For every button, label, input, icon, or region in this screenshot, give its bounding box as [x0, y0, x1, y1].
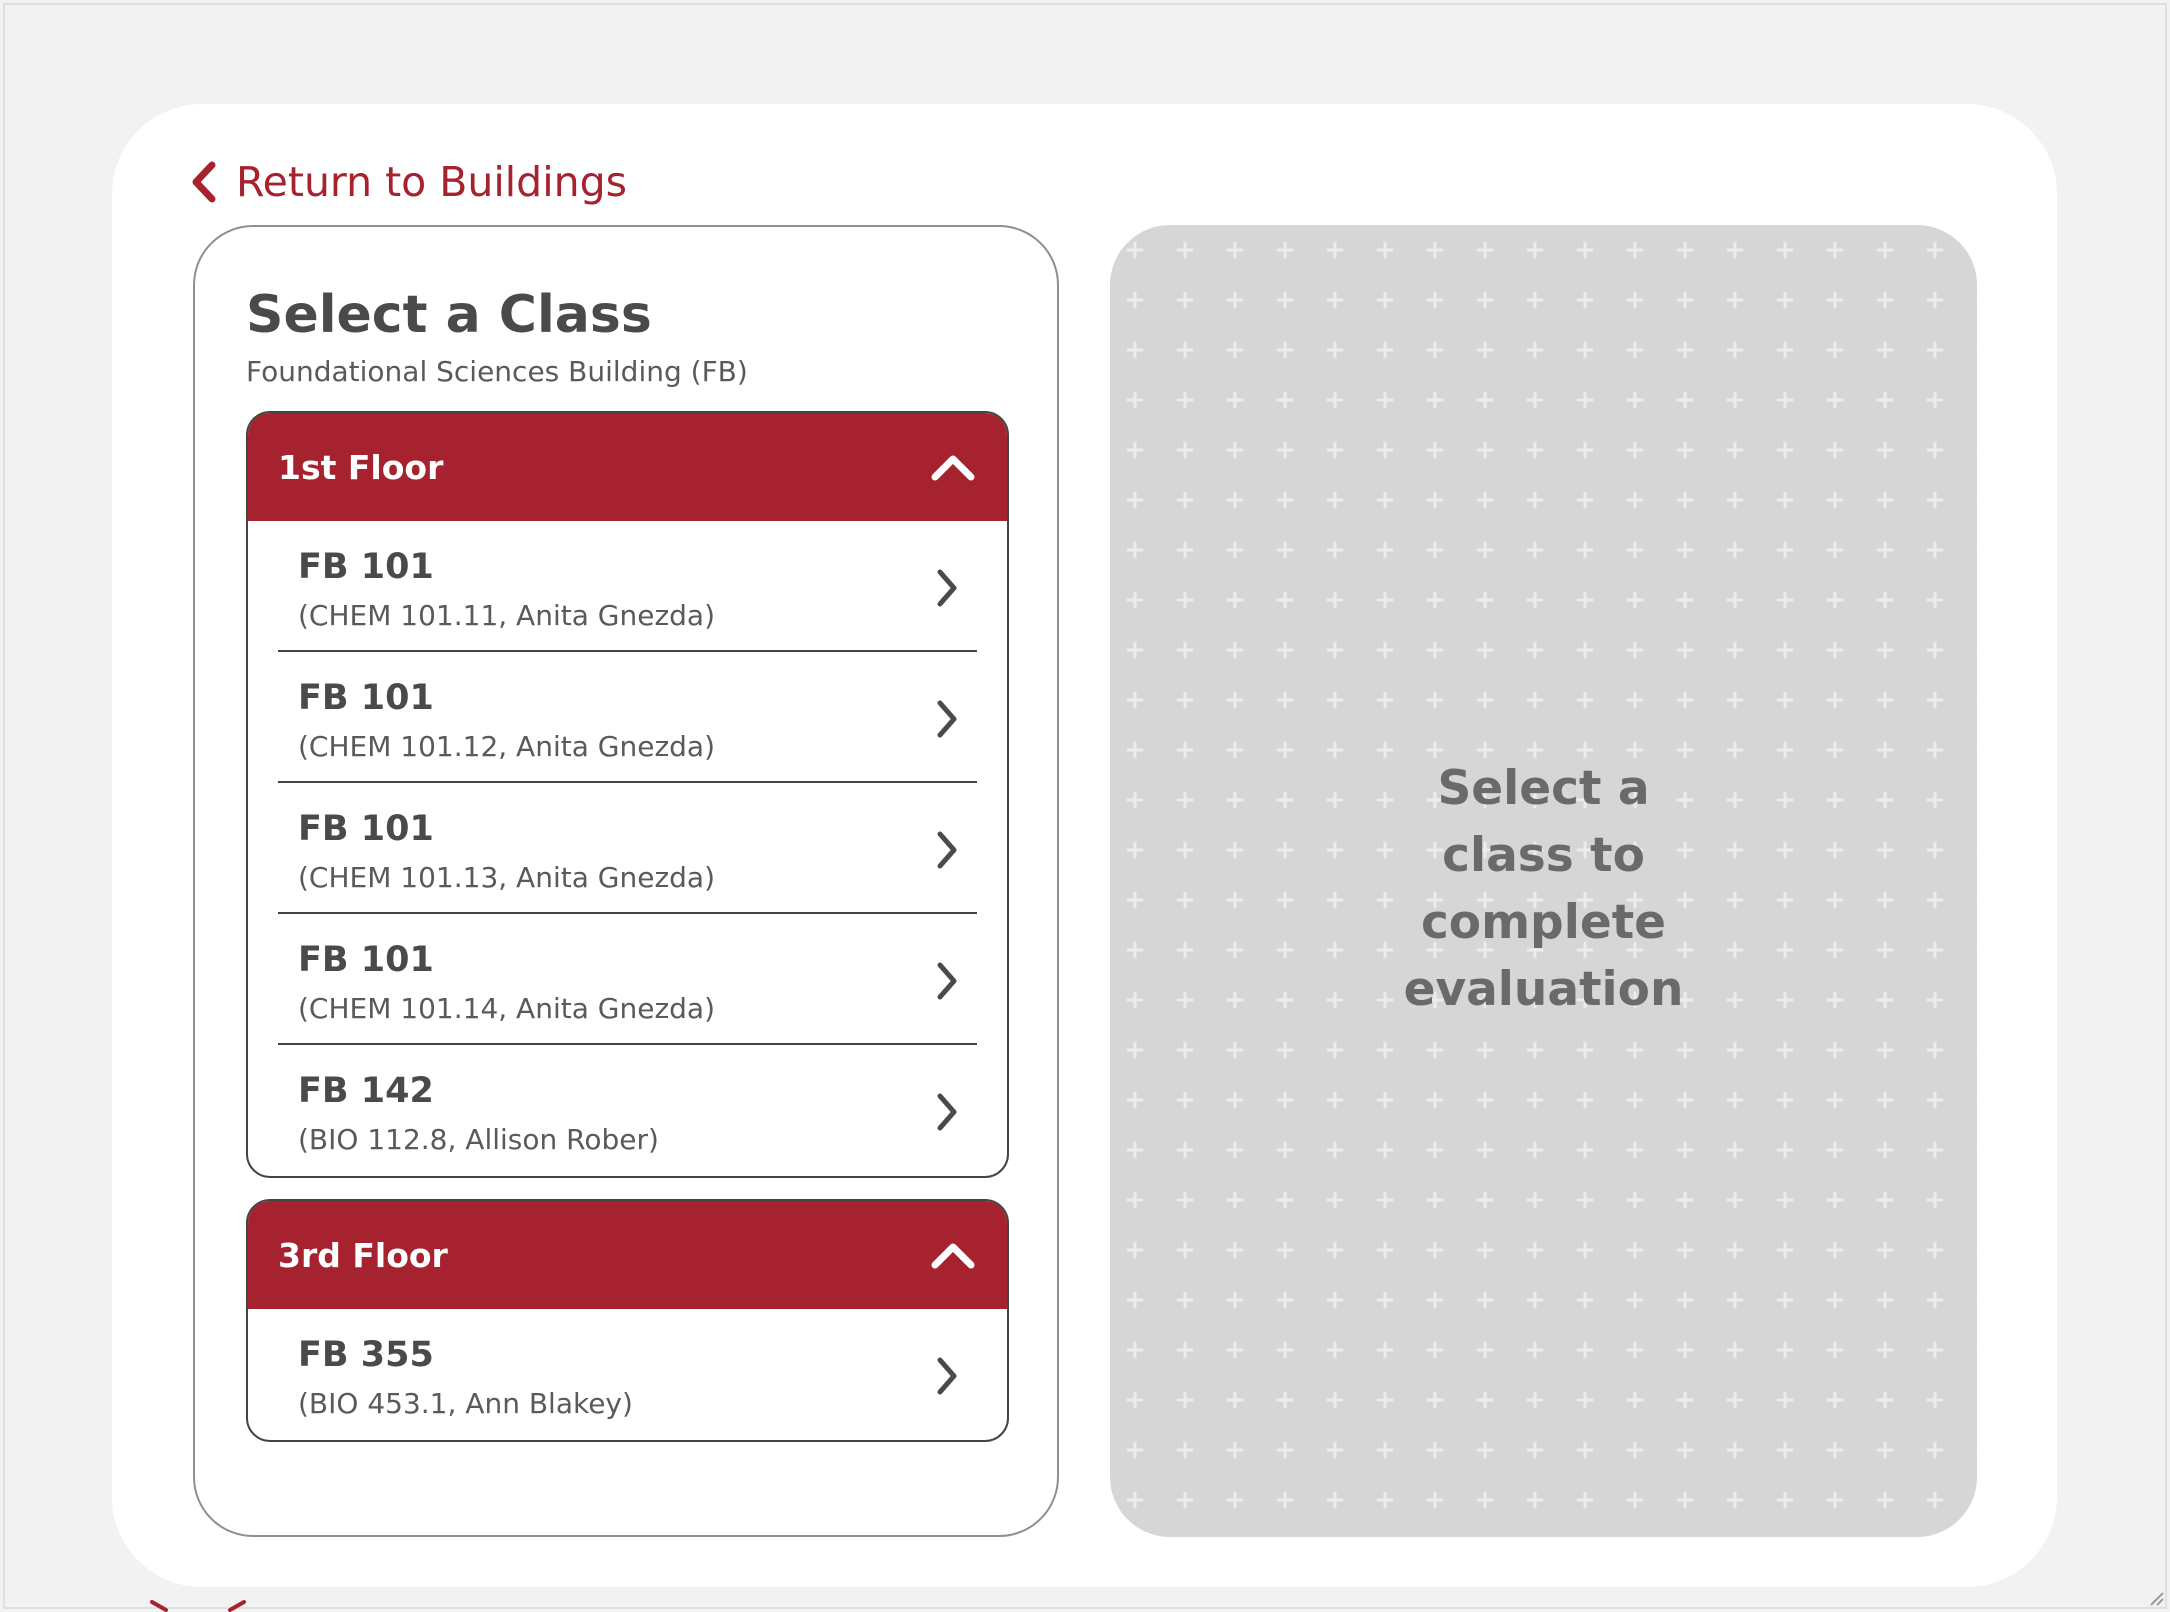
class-row[interactable]: FB 101 (CHEM 101.14, Anita Gnezda)	[278, 914, 977, 1045]
floor-group-1st: 1st Floor FB 101 (CHEM 101.11, Anita Gne…	[246, 411, 1009, 1178]
chevron-right-icon	[937, 1357, 957, 1395]
partial-chevron-icon	[150, 1600, 246, 1612]
floor-group-3rd: 3rd Floor FB 355 (BIO 453.1, Ann Blakey)	[246, 1199, 1009, 1442]
chevron-right-icon	[937, 700, 957, 738]
room-number: FB 101	[298, 547, 434, 587]
floor-label: 1st Floor	[278, 447, 444, 487]
room-number: FB 101	[298, 809, 434, 849]
chevron-right-icon	[937, 962, 957, 1000]
class-detail: (CHEM 101.11, Anita Gnezda)	[298, 599, 715, 632]
class-row[interactable]: FB 101 (CHEM 101.12, Anita Gnezda)	[278, 652, 977, 783]
class-row[interactable]: FB 101 (CHEM 101.13, Anita Gnezda)	[278, 783, 977, 914]
class-detail: (CHEM 101.12, Anita Gnezda)	[298, 730, 715, 763]
evaluation-placeholder: Select a class to complete evaluation	[1110, 225, 1977, 1537]
placeholder-line: class to	[1442, 828, 1645, 883]
floor-header-3rd[interactable]: 3rd Floor	[248, 1201, 1007, 1309]
room-number: FB 355	[298, 1335, 434, 1375]
chevron-left-icon	[192, 161, 216, 203]
placeholder-line: evaluation	[1403, 962, 1684, 1017]
return-to-buildings-label: Return to Buildings	[236, 158, 627, 206]
class-row[interactable]: FB 142 (BIO 112.8, Allison Rober)	[278, 1045, 977, 1176]
class-detail: (CHEM 101.13, Anita Gnezda)	[298, 861, 715, 894]
placeholder-message: Select a class to complete evaluation	[1110, 755, 1977, 1023]
resize-grip-icon[interactable]	[2146, 1588, 2164, 1606]
building-subtitle: Foundational Sciences Building (FB)	[246, 355, 748, 388]
class-row[interactable]: FB 101 (CHEM 101.11, Anita Gnezda)	[278, 521, 977, 652]
chevron-up-icon[interactable]	[929, 1240, 977, 1270]
return-to-buildings-link[interactable]: Return to Buildings	[190, 158, 627, 206]
placeholder-line: Select a	[1437, 761, 1650, 816]
chevron-right-icon	[937, 831, 957, 869]
floor-label: 3rd Floor	[278, 1235, 448, 1275]
room-number: FB 101	[298, 940, 434, 980]
class-row[interactable]: FB 355 (BIO 453.1, Ann Blakey)	[278, 1309, 977, 1440]
floor-header-1st[interactable]: 1st Floor	[248, 413, 1007, 521]
class-selection-panel: Select a Class Foundational Sciences Bui…	[193, 225, 1059, 1537]
class-detail: (BIO 453.1, Ann Blakey)	[298, 1387, 633, 1420]
class-detail: (BIO 112.8, Allison Rober)	[298, 1123, 659, 1156]
chevron-right-icon	[937, 569, 957, 607]
chevron-right-icon	[937, 1093, 957, 1131]
room-number: FB 142	[298, 1071, 434, 1111]
panel-title: Select a Class	[246, 285, 652, 345]
room-number: FB 101	[298, 678, 434, 718]
class-detail: (CHEM 101.14, Anita Gnezda)	[298, 992, 715, 1025]
placeholder-line: complete	[1420, 895, 1667, 950]
chevron-up-icon[interactable]	[929, 452, 977, 482]
